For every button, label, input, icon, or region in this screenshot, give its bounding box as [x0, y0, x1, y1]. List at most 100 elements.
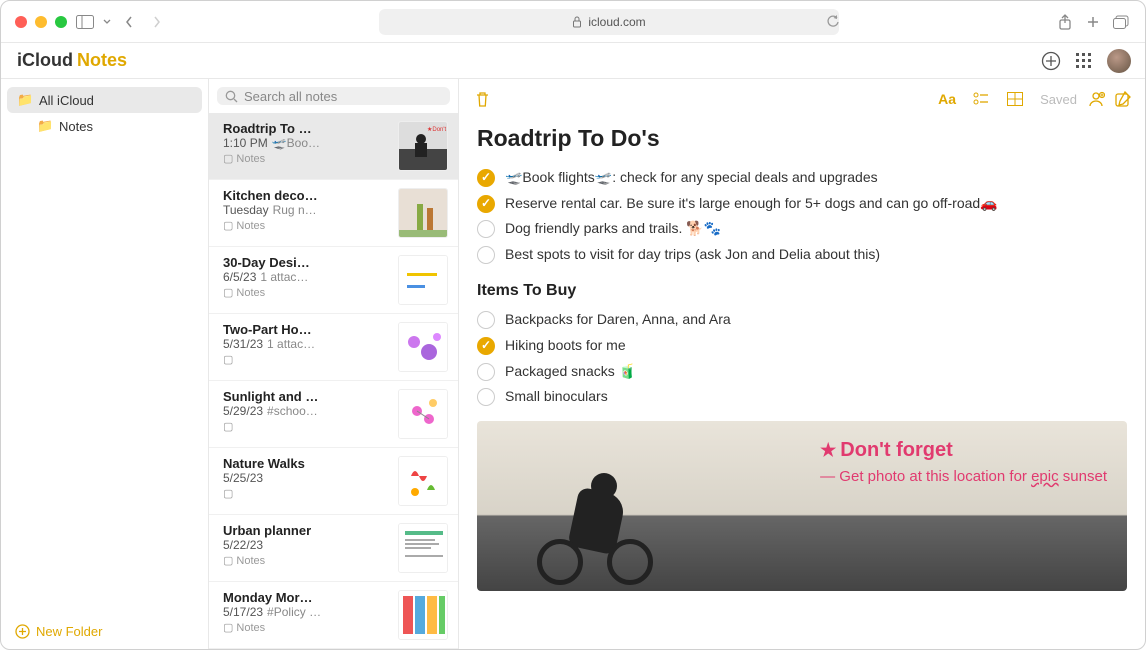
note-thumbnail: [398, 322, 448, 372]
close-window-button[interactable]: [15, 16, 27, 28]
checklist-item[interactable]: Reserve rental car. Be sure it's large e…: [477, 194, 1127, 214]
checklist-text: Reserve rental car. Be sure it's large e…: [505, 194, 998, 214]
maximize-window-button[interactable]: [55, 16, 67, 28]
checkbox[interactable]: [477, 388, 495, 406]
reload-icon[interactable]: [823, 12, 843, 32]
app-header: iCloud Notes: [1, 43, 1145, 79]
checklist-text: Dog friendly parks and trails. 🐕🐾: [505, 219, 721, 239]
note-list-item[interactable]: Roadtrip To … 1:10 PM🛫Boo… ▢Notes ★Don't…: [209, 113, 458, 180]
folder-icon: ▢: [223, 286, 233, 299]
new-folder-button[interactable]: New Folder: [7, 614, 202, 649]
checkbox[interactable]: [477, 311, 495, 329]
chevron-down-icon[interactable]: [103, 12, 111, 32]
note-thumbnail: [398, 590, 448, 640]
trash-icon[interactable]: [473, 90, 491, 108]
checklist-text: 🛫Book flights🛫: check for any special de…: [505, 168, 878, 188]
note-editor: Aa Saved Roadtrip To Do's 🛫Book flights🛫…: [459, 79, 1145, 649]
note-thumbnail: [398, 389, 448, 439]
url-text: icloud.com: [588, 15, 645, 29]
plus-circle-icon: [15, 624, 30, 639]
app-brand[interactable]: iCloud Notes: [13, 50, 127, 71]
sidebar-item-notes[interactable]: 📁 Notes: [7, 113, 202, 139]
add-icon[interactable]: [1041, 51, 1061, 71]
notes-list: Search all notes Roadtrip To … 1:10 PM🛫B…: [209, 79, 459, 649]
checklist-text: Packaged snacks 🧃: [505, 362, 636, 382]
note-list-item[interactable]: Nature Walks 5/25/23 ▢: [209, 448, 458, 515]
checklist-text: Small binoculars: [505, 387, 608, 407]
handwritten-annotation: Don't forget — Get photo at this locatio…: [820, 437, 1107, 575]
checkbox[interactable]: [477, 169, 495, 187]
checklist-icon[interactable]: [972, 90, 990, 108]
back-button[interactable]: [119, 12, 139, 32]
minimize-window-button[interactable]: [35, 16, 47, 28]
note-item-title: 30-Day Desi…: [223, 255, 390, 270]
folder-label: Notes: [59, 119, 93, 134]
checklist-item[interactable]: Small binoculars: [477, 387, 1127, 407]
search-placeholder: Search all notes: [244, 89, 337, 104]
checklist-text: Best spots to visit for day trips (ask J…: [505, 245, 880, 265]
checklist-item[interactable]: Packaged snacks 🧃: [477, 362, 1127, 382]
new-folder-label: New Folder: [36, 624, 102, 639]
note-list-item[interactable]: Two-Part Ho… 5/31/231 attac… ▢: [209, 314, 458, 381]
checklist-text: Backpacks for Daren, Anna, and Ara: [505, 310, 731, 330]
checklist-item[interactable]: Best spots to visit for day trips (ask J…: [477, 245, 1127, 265]
note-item-title: Roadtrip To …: [223, 121, 390, 136]
note-list-item[interactable]: Kitchen deco… TuesdayRug n… ▢Notes: [209, 180, 458, 247]
folder-icon: ▢: [223, 621, 233, 634]
checkbox[interactable]: [477, 363, 495, 381]
checklist-item[interactable]: 🛫Book flights🛫: check for any special de…: [477, 168, 1127, 188]
checkbox[interactable]: [477, 220, 495, 238]
note-subheading: Items To Buy: [477, 282, 1127, 300]
text-style-icon[interactable]: Aa: [938, 90, 956, 108]
checklist-text: Hiking boots for me: [505, 336, 626, 356]
note-item-title: Kitchen deco…: [223, 188, 390, 203]
note-item-title: Sunlight and …: [223, 389, 390, 404]
note-item-title: Monday Mor…: [223, 590, 390, 605]
forward-button[interactable]: [147, 12, 167, 32]
saved-label: Saved: [1040, 92, 1077, 107]
note-list-item[interactable]: 30-Day Desi… 6/5/231 attac… ▢Notes: [209, 247, 458, 314]
folder-label: All iCloud: [39, 93, 94, 108]
avatar[interactable]: [1107, 49, 1131, 73]
share-icon[interactable]: [1055, 12, 1075, 32]
svg-text:★Don't forget: ★Don't forget: [427, 126, 447, 133]
folder-icon: ▢: [223, 554, 233, 567]
checkbox[interactable]: [477, 337, 495, 355]
folder-icon: 📁: [17, 92, 31, 108]
checklist-item[interactable]: Hiking boots for me: [477, 336, 1127, 356]
tabs-icon[interactable]: [1111, 12, 1131, 32]
note-list-item[interactable]: Urban planner 5/22/23 ▢Notes: [209, 515, 458, 582]
note-list-item[interactable]: Sunlight and … 5/29/23#schoo… ▢: [209, 381, 458, 448]
collaborate-icon[interactable]: [1087, 91, 1105, 107]
note-title: Roadtrip To Do's: [477, 125, 1127, 152]
search-input[interactable]: Search all notes: [217, 87, 450, 105]
note-item-title: Nature Walks: [223, 456, 390, 471]
checkbox[interactable]: [477, 195, 495, 213]
table-icon[interactable]: [1006, 90, 1024, 108]
folder-icon: ▢: [223, 152, 233, 165]
compose-icon[interactable]: [1115, 91, 1131, 107]
checkbox[interactable]: [477, 246, 495, 264]
attached-image[interactable]: Don't forget — Get photo at this locatio…: [477, 421, 1127, 591]
note-content[interactable]: Roadtrip To Do's 🛫Book flights🛫: check f…: [459, 119, 1145, 649]
note-thumbnail: [398, 523, 448, 573]
note-item-title: Two-Part Ho…: [223, 322, 390, 337]
brand-icloud: iCloud: [17, 50, 73, 71]
sidebar-toggle-icon[interactable]: [75, 12, 95, 32]
checklist-item[interactable]: Backpacks for Daren, Anna, and Ara: [477, 310, 1127, 330]
new-tab-icon[interactable]: [1083, 12, 1103, 32]
url-bar[interactable]: icloud.com: [379, 9, 839, 35]
note-thumbnail: [398, 188, 448, 238]
folder-icon: ▢: [223, 420, 233, 433]
brand-notes: Notes: [77, 50, 127, 71]
sidebar-item-all-icloud[interactable]: 📁 All iCloud: [7, 87, 202, 113]
note-list-item[interactable]: Monday Mor… 5/17/23#Policy … ▢Notes: [209, 582, 458, 649]
folders-sidebar: 📁 All iCloud 📁 Notes New Folder: [1, 79, 209, 649]
apps-grid-icon[interactable]: [1075, 52, 1093, 70]
traffic-lights: [15, 16, 67, 28]
folder-icon: 📁: [37, 118, 51, 134]
checklist-item[interactable]: Dog friendly parks and trails. 🐕🐾: [477, 219, 1127, 239]
folder-icon: ▢: [223, 353, 233, 366]
note-thumbnail: [398, 255, 448, 305]
editor-toolbar: Aa Saved: [459, 79, 1145, 119]
